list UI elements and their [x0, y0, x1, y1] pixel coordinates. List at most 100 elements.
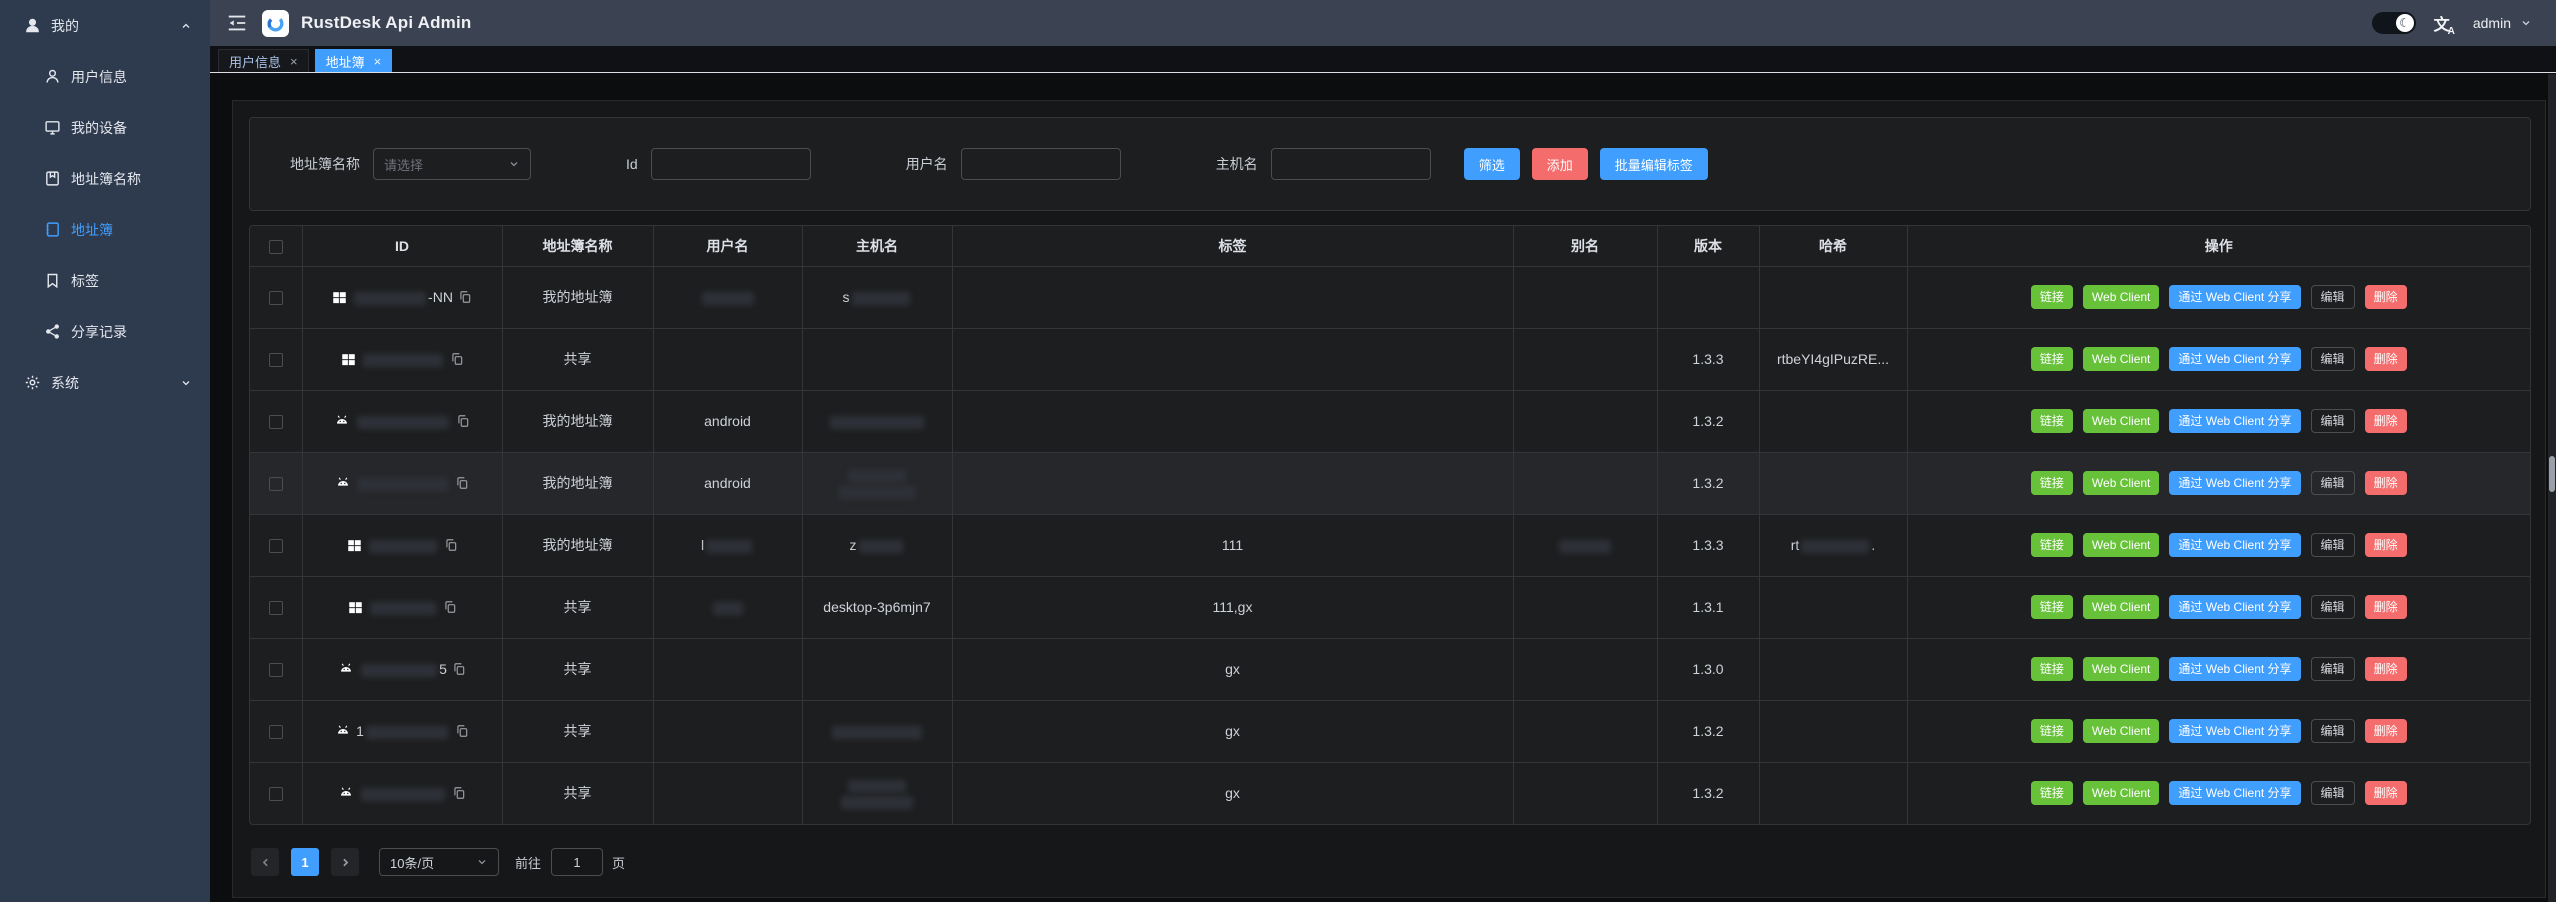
page-number-button[interactable]: 1 — [291, 848, 319, 876]
prev-page-button[interactable] — [251, 848, 279, 876]
link-button[interactable]: 链接 — [2031, 471, 2073, 495]
delete-button[interactable]: 删除 — [2365, 719, 2407, 743]
share-via-web-client-button[interactable]: 通过 Web Client 分享 — [2169, 657, 2300, 681]
edit-button[interactable]: 编辑 — [2311, 781, 2355, 805]
copy-icon[interactable] — [444, 538, 458, 552]
delete-button[interactable]: 删除 — [2365, 347, 2407, 371]
row-checkbox[interactable] — [269, 663, 283, 677]
tab-address-book[interactable]: 地址簿 × — [315, 49, 393, 72]
copy-icon[interactable] — [456, 414, 470, 428]
sidebar-item-user-info[interactable]: 用户信息 — [0, 51, 210, 102]
link-button[interactable]: 链接 — [2031, 657, 2073, 681]
next-page-button[interactable] — [331, 848, 359, 876]
copy-icon[interactable] — [452, 786, 466, 800]
language-icon[interactable]: 文A — [2434, 11, 2455, 35]
copy-id-button[interactable] — [452, 786, 466, 800]
add-button[interactable]: 添加 — [1532, 148, 1588, 180]
link-button[interactable]: 链接 — [2031, 533, 2073, 557]
copy-id-button[interactable] — [444, 538, 458, 552]
web-client-button[interactable]: Web Client — [2083, 595, 2159, 619]
sidebar-item-address-book[interactable]: 地址簿 — [0, 204, 210, 255]
delete-button[interactable]: 删除 — [2365, 471, 2407, 495]
edit-button[interactable]: 编辑 — [2311, 471, 2355, 495]
copy-id-button[interactable] — [455, 476, 469, 490]
copy-id-button[interactable] — [458, 290, 472, 304]
row-checkbox[interactable] — [269, 477, 283, 491]
link-button[interactable]: 链接 — [2031, 285, 2073, 309]
row-checkbox[interactable] — [269, 291, 283, 305]
web-client-button[interactable]: Web Client — [2083, 471, 2159, 495]
share-via-web-client-button[interactable]: 通过 Web Client 分享 — [2169, 285, 2300, 309]
link-button[interactable]: 链接 — [2031, 347, 2073, 371]
scrollbar-thumb[interactable] — [2549, 456, 2555, 492]
link-button[interactable]: 链接 — [2031, 781, 2073, 805]
page-size-select[interactable]: 10条/页 — [379, 848, 499, 876]
tab-user-info[interactable]: 用户信息 × — [218, 49, 309, 72]
sidebar-item-system[interactable]: 系统 — [0, 357, 210, 408]
web-client-button[interactable]: Web Client — [2083, 719, 2159, 743]
link-button[interactable]: 链接 — [2031, 719, 2073, 743]
edit-button[interactable]: 编辑 — [2311, 347, 2355, 371]
select-all-checkbox[interactable] — [269, 240, 283, 254]
link-button[interactable]: 链接 — [2031, 595, 2073, 619]
row-checkbox[interactable] — [269, 601, 283, 615]
share-via-web-client-button[interactable]: 通过 Web Client 分享 — [2169, 781, 2300, 805]
sidebar-item-address-book-name[interactable]: 地址簿名称 — [0, 153, 210, 204]
close-icon[interactable]: × — [374, 55, 382, 68]
edit-button[interactable]: 编辑 — [2311, 533, 2355, 557]
web-client-button[interactable]: Web Client — [2083, 285, 2159, 309]
delete-button[interactable]: 删除 — [2365, 657, 2407, 681]
web-client-button[interactable]: Web Client — [2083, 347, 2159, 371]
sidebar-fold-icon[interactable] — [226, 12, 248, 34]
user-menu[interactable]: admin — [2473, 15, 2532, 31]
web-client-button[interactable]: Web Client — [2083, 781, 2159, 805]
hostname-input[interactable] — [1271, 148, 1431, 180]
web-client-button[interactable]: Web Client — [2083, 657, 2159, 681]
close-icon[interactable]: × — [290, 55, 298, 68]
row-checkbox[interactable] — [269, 539, 283, 553]
share-via-web-client-button[interactable]: 通过 Web Client 分享 — [2169, 471, 2300, 495]
share-via-web-client-button[interactable]: 通过 Web Client 分享 — [2169, 409, 2300, 433]
edit-button[interactable]: 编辑 — [2311, 657, 2355, 681]
row-checkbox[interactable] — [269, 787, 283, 801]
share-via-web-client-button[interactable]: 通过 Web Client 分享 — [2169, 347, 2300, 371]
sidebar-item-mine[interactable]: 我的 — [0, 0, 210, 51]
dark-mode-toggle[interactable]: ☾ — [2372, 12, 2416, 34]
row-checkbox[interactable] — [269, 725, 283, 739]
share-via-web-client-button[interactable]: 通过 Web Client 分享 — [2169, 719, 2300, 743]
delete-button[interactable]: 删除 — [2365, 533, 2407, 557]
copy-id-button[interactable] — [452, 662, 466, 676]
id-input[interactable] — [651, 148, 811, 180]
share-via-web-client-button[interactable]: 通过 Web Client 分享 — [2169, 533, 2300, 557]
sidebar-item-share-records[interactable]: 分享记录 — [0, 306, 210, 357]
delete-button[interactable]: 删除 — [2365, 409, 2407, 433]
edit-button[interactable]: 编辑 — [2311, 285, 2355, 309]
sidebar-item-my-devices[interactable]: 我的设备 — [0, 102, 210, 153]
share-via-web-client-button[interactable]: 通过 Web Client 分享 — [2169, 595, 2300, 619]
copy-icon[interactable] — [452, 662, 466, 676]
copy-id-button[interactable] — [455, 724, 469, 738]
username-input[interactable] — [961, 148, 1121, 180]
copy-icon[interactable] — [458, 290, 472, 304]
link-button[interactable]: 链接 — [2031, 409, 2073, 433]
row-checkbox[interactable] — [269, 353, 283, 367]
goto-page-input[interactable] — [551, 848, 603, 876]
web-client-button[interactable]: Web Client — [2083, 409, 2159, 433]
filter-button[interactable]: 筛选 — [1464, 148, 1520, 180]
copy-icon[interactable] — [455, 724, 469, 738]
web-client-button[interactable]: Web Client — [2083, 533, 2159, 557]
delete-button[interactable]: 删除 — [2365, 781, 2407, 805]
edit-button[interactable]: 编辑 — [2311, 595, 2355, 619]
edit-button[interactable]: 编辑 — [2311, 719, 2355, 743]
copy-id-button[interactable] — [456, 414, 470, 428]
batch-edit-tags-button[interactable]: 批量编辑标签 — [1600, 148, 1708, 180]
delete-button[interactable]: 删除 — [2365, 595, 2407, 619]
copy-id-button[interactable] — [443, 600, 457, 614]
copy-icon[interactable] — [443, 600, 457, 614]
edit-button[interactable]: 编辑 — [2311, 409, 2355, 433]
copy-icon[interactable] — [455, 476, 469, 490]
row-checkbox[interactable] — [269, 415, 283, 429]
address-book-name-select[interactable]: 请选择 — [373, 148, 531, 180]
copy-icon[interactable] — [450, 352, 464, 366]
delete-button[interactable]: 删除 — [2365, 285, 2407, 309]
